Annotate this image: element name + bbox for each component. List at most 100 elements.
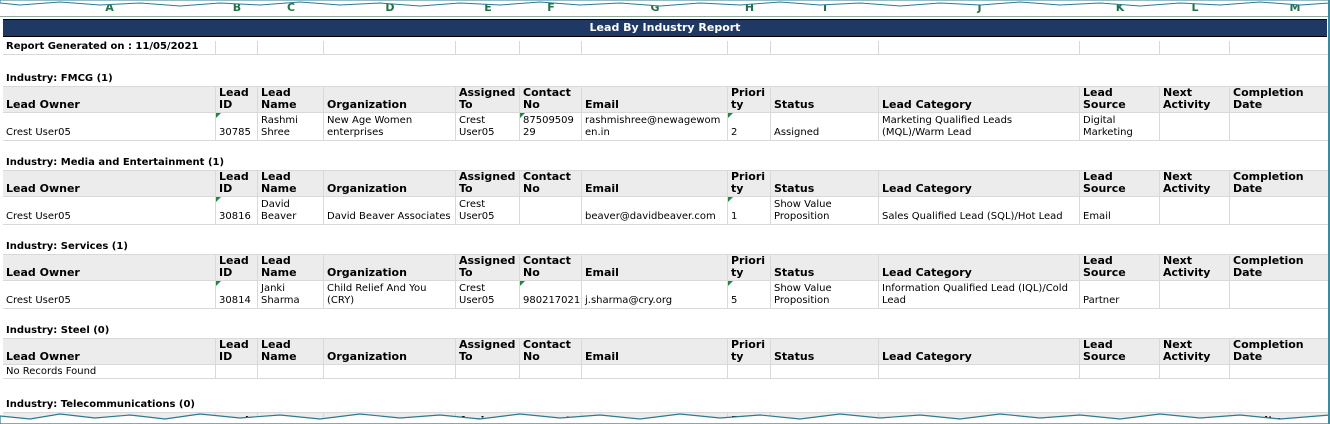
header-activity-completion-date[interactable]: Activity Completion Date	[1230, 339, 1330, 365]
empty-cell[interactable]	[520, 41, 582, 55]
header-next-activity[interactable]: Next Activity	[1160, 339, 1230, 365]
empty-cell[interactable]	[582, 365, 728, 379]
empty-cell[interactable]	[879, 365, 1080, 379]
header-lead-category[interactable]: Lead Category	[879, 255, 1080, 281]
header-lead-id[interactable]: Lead ID	[216, 87, 258, 113]
header-contact-no[interactable]: Contact No	[520, 171, 582, 197]
empty-cell[interactable]	[216, 41, 258, 55]
cell-contact-no[interactable]: 9802170219	[520, 281, 582, 309]
empty-cell[interactable]	[1230, 41, 1330, 55]
cell-next-activity[interactable]	[1160, 197, 1230, 225]
header-priority[interactable]: Priority	[728, 87, 771, 113]
cell-activity-completion-date[interactable]	[1230, 113, 1330, 141]
header-contact-no[interactable]: Contact No	[520, 339, 582, 365]
header-lead-source[interactable]: Lead Source	[1080, 87, 1160, 113]
header-assigned-to[interactable]: Assigned To	[456, 171, 520, 197]
header-organization[interactable]: Organization	[324, 255, 456, 281]
cell-contact-no[interactable]: 8750950929	[520, 113, 582, 141]
industry-label[interactable]: Industry: Media and Entertainment (1)	[3, 157, 1330, 171]
header-activity-completion-date[interactable]: Activity Completion Date	[1230, 255, 1330, 281]
cell-lead-category[interactable]: Sales Qualified Lead (SQL)/Hot Lead	[879, 197, 1080, 225]
header-priority[interactable]: Priority	[728, 171, 771, 197]
cell-status[interactable]: Assigned	[771, 113, 879, 141]
cell-organization[interactable]: David Beaver Associates	[324, 197, 456, 225]
cell-assigned-to[interactable]: Crest User05	[456, 113, 520, 141]
header-assigned-to[interactable]: Assigned To	[456, 87, 520, 113]
header-priority[interactable]: Priority	[728, 339, 771, 365]
header-lead-owner[interactable]: Lead Owner	[3, 87, 216, 113]
cell-priority[interactable]: 5	[728, 281, 771, 309]
cell-lead-name[interactable]: Rashmi Shree	[258, 113, 324, 141]
cell-next-activity[interactable]	[1160, 113, 1230, 141]
cell-lead-source[interactable]: Email	[1080, 197, 1160, 225]
industry-label[interactable]: Industry: Steel (0)	[3, 325, 1330, 339]
cell-lead-name[interactable]: David Beaver	[258, 197, 324, 225]
cell-assigned-to[interactable]: Crest User05	[456, 197, 520, 225]
header-organization[interactable]: Organization	[324, 87, 456, 113]
header-next-activity[interactable]: Next Activity	[1160, 87, 1230, 113]
cell-lead-id[interactable]: 30814	[216, 281, 258, 309]
cell-lead-name[interactable]: Janki Sharma	[258, 281, 324, 309]
industry-label[interactable]: Industry: Services (1)	[3, 241, 1330, 255]
empty-cell[interactable]	[1080, 41, 1160, 55]
header-contact-no[interactable]: Contact No	[520, 255, 582, 281]
cell-priority[interactable]: 2	[728, 113, 771, 141]
empty-cell[interactable]	[1160, 41, 1230, 55]
header-email[interactable]: Email	[582, 255, 728, 281]
header-email[interactable]: Email	[582, 339, 728, 365]
cell-email[interactable]: j.sharma@cry.org	[582, 281, 728, 309]
empty-cell[interactable]	[324, 365, 456, 379]
empty-cell[interactable]	[520, 365, 582, 379]
header-activity-completion-date[interactable]: Activity Completion Date	[1230, 171, 1330, 197]
header-status[interactable]: Status	[771, 87, 879, 113]
header-lead-source[interactable]: Lead Source	[1080, 255, 1160, 281]
header-lead-name[interactable]: Lead Name	[258, 255, 324, 281]
cell-lead-source[interactable]: Partner	[1080, 281, 1160, 309]
cell-lead-source[interactable]: Digital Marketing	[1080, 113, 1160, 141]
empty-cell[interactable]	[258, 41, 324, 55]
cell-email[interactable]: rashmishree@newagewomen.in	[582, 113, 728, 141]
empty-cell[interactable]	[324, 41, 456, 55]
cell-lead-category[interactable]: Marketing Qualified Leads (MQL)/Warm Lea…	[879, 113, 1080, 141]
header-activity-completion-date[interactable]: Activity Completion Date	[1230, 87, 1330, 113]
empty-cell[interactable]	[879, 41, 1080, 55]
header-lead-name[interactable]: Lead Name	[258, 339, 324, 365]
cell-organization[interactable]: Child Relief And You (CRY)	[324, 281, 456, 309]
industry-label[interactable]: Industry: FMCG (1)	[3, 73, 1330, 87]
report-generated-text[interactable]: Report Generated on : 11/05/2021	[3, 41, 216, 55]
cell-email[interactable]: beaver@davidbeaver.com	[582, 197, 728, 225]
header-lead-source[interactable]: Lead Source	[1080, 171, 1160, 197]
cell-assigned-to[interactable]: Crest User05	[456, 281, 520, 309]
cell-next-activity[interactable]	[1160, 281, 1230, 309]
header-email[interactable]: Email	[582, 171, 728, 197]
cell-activity-completion-date[interactable]	[1230, 197, 1330, 225]
no-records-text[interactable]: No Records Found	[3, 365, 216, 379]
empty-cell[interactable]	[582, 41, 728, 55]
cell-organization[interactable]: New Age Women enterprises	[324, 113, 456, 141]
empty-cell[interactable]	[771, 41, 879, 55]
header-lead-owner[interactable]: Lead Owner	[3, 171, 216, 197]
empty-cell[interactable]	[456, 365, 520, 379]
header-organization[interactable]: Organization	[324, 171, 456, 197]
cell-status[interactable]: Show Value Proposition	[771, 197, 879, 225]
header-lead-id[interactable]: Lead ID	[216, 255, 258, 281]
header-lead-source[interactable]: Lead Source	[1080, 339, 1160, 365]
cell-lead-id[interactable]: 30816	[216, 197, 258, 225]
empty-cell[interactable]	[771, 365, 879, 379]
cell-lead-owner[interactable]: Crest User05	[3, 197, 216, 225]
empty-cell[interactable]	[728, 365, 771, 379]
header-assigned-to[interactable]: Assigned To	[456, 339, 520, 365]
header-email[interactable]: Email	[582, 87, 728, 113]
header-lead-category[interactable]: Lead Category	[879, 87, 1080, 113]
header-lead-category[interactable]: Lead Category	[879, 171, 1080, 197]
header-assigned-to[interactable]: Assigned To	[456, 255, 520, 281]
empty-cell[interactable]	[1230, 365, 1330, 379]
empty-cell[interactable]	[258, 365, 324, 379]
header-status[interactable]: Status	[771, 339, 879, 365]
header-status[interactable]: Status	[771, 171, 879, 197]
cell-activity-completion-date[interactable]	[1230, 281, 1330, 309]
cell-status[interactable]: Show Value Proposition	[771, 281, 879, 309]
header-lead-id[interactable]: Lead ID	[216, 339, 258, 365]
header-lead-category[interactable]: Lead Category	[879, 339, 1080, 365]
header-lead-id[interactable]: Lead ID	[216, 171, 258, 197]
